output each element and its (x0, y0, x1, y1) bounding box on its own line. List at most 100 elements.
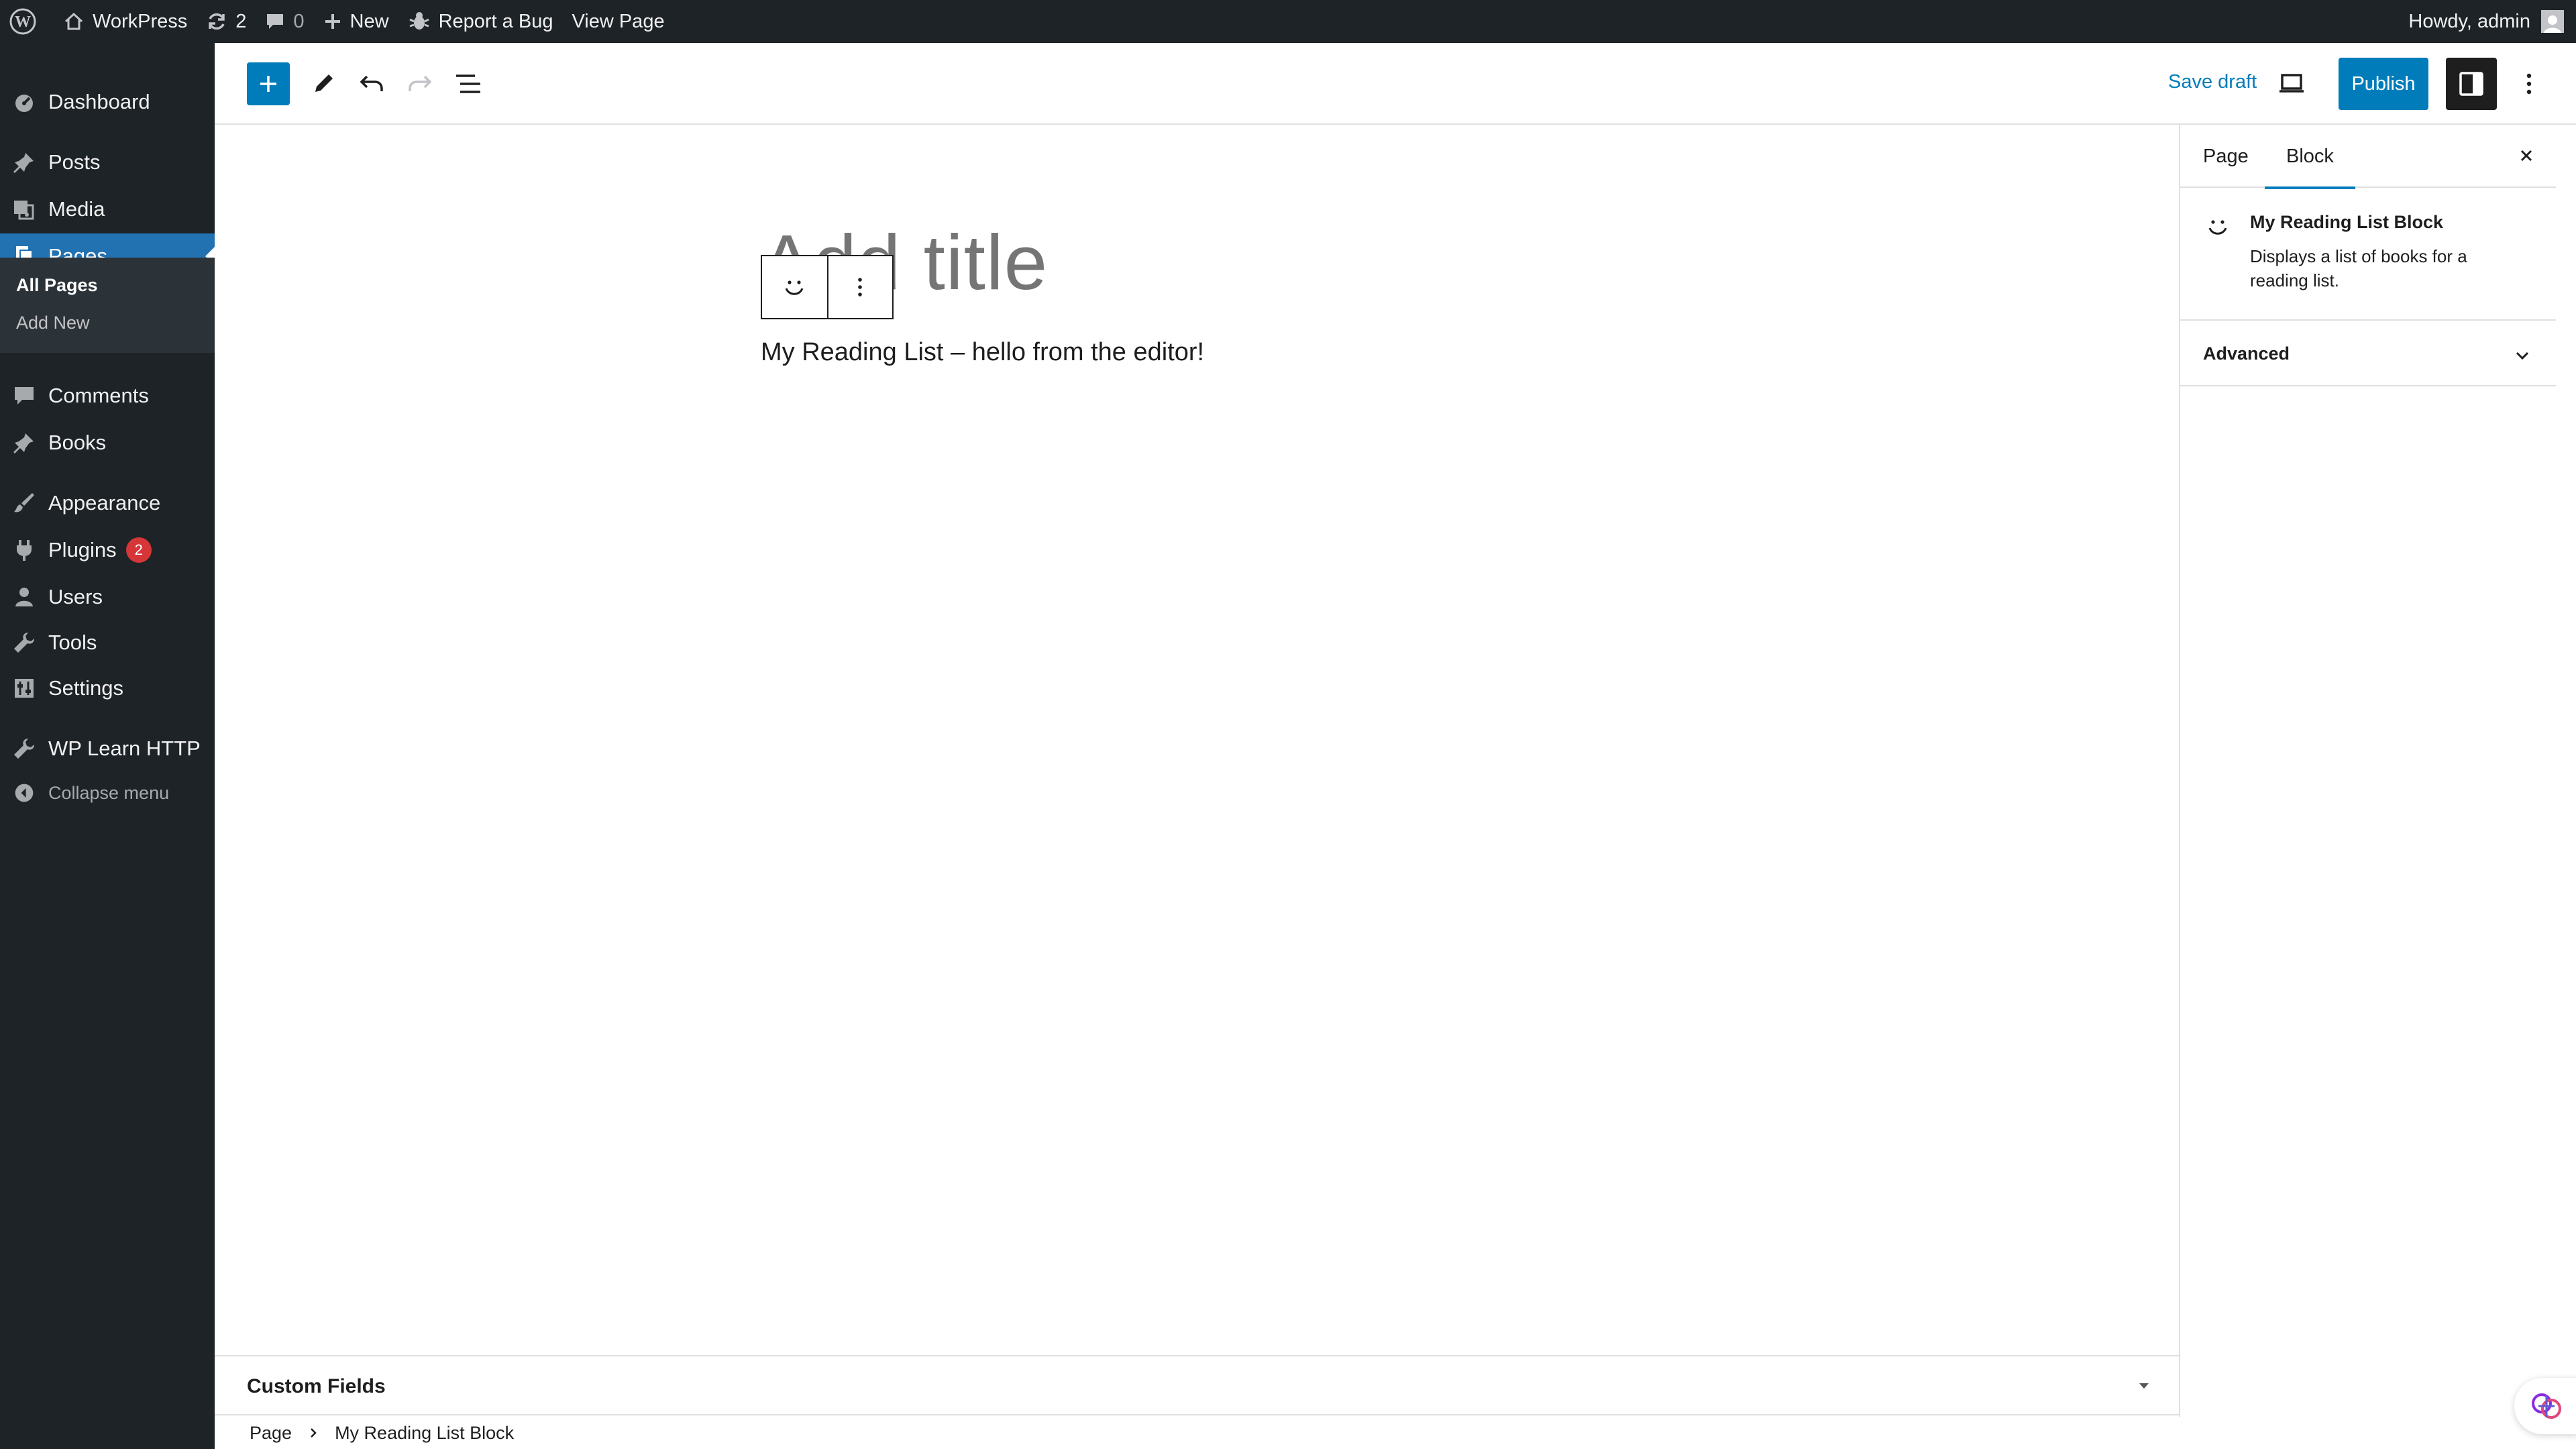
comments-count: 0 (293, 10, 305, 32)
updates-count: 2 (235, 10, 247, 32)
sidebar-icon (2459, 72, 2483, 96)
plugins-update-badge: 2 (125, 537, 152, 563)
settings-sidebar-toggle[interactable] (2446, 58, 2497, 110)
more-vertical-icon (858, 278, 863, 297)
menu-item-label: Posts (48, 150, 101, 174)
site-name: WorkPress (93, 10, 188, 32)
redo-button[interactable] (398, 62, 441, 105)
pin-icon (13, 433, 34, 453)
howdy-label: Howdy, admin (2408, 10, 2530, 32)
pencil-icon (315, 74, 333, 92)
settings-icon (15, 679, 34, 698)
breadcrumb-item[interactable]: Page (250, 1423, 292, 1444)
redo-icon (409, 75, 432, 91)
site-name-link[interactable]: WorkPress (54, 0, 197, 43)
collapse-menu-button[interactable]: Collapse menu (0, 770, 215, 816)
publish-button[interactable]: Publish (2339, 58, 2428, 110)
menu-item-label: Books (48, 431, 107, 454)
updates-link[interactable]: 2 (197, 0, 256, 43)
block-options-button[interactable] (826, 256, 892, 318)
menu-item-comments[interactable]: Comments (0, 373, 215, 419)
smiley-icon (786, 280, 804, 295)
caret-down-icon (2139, 1383, 2149, 1389)
editor-canvas: Add title My Reading List – hello from t… (215, 125, 2179, 1355)
more-vertical-icon (2526, 73, 2532, 95)
block-card-title: My Reading List Block (2250, 212, 2444, 232)
avatar (2541, 10, 2564, 33)
custom-fields-panel[interactable]: Custom Fields (215, 1355, 2179, 1415)
undo-button[interactable] (350, 62, 393, 105)
undo-icon (360, 75, 383, 91)
report-bug-link[interactable]: Report a Bug (398, 0, 563, 43)
preview-button[interactable] (2270, 62, 2313, 105)
tools-button[interactable] (302, 62, 345, 105)
brush-icon (14, 493, 34, 513)
menu-item-label: Settings (48, 676, 124, 700)
submenu-add-new[interactable]: Add New (16, 313, 90, 333)
menu-item-label: Media (48, 197, 105, 221)
new-content-link[interactable]: New (314, 0, 398, 43)
custom-fields-label: Custom Fields (247, 1375, 386, 1397)
user-icon (15, 588, 33, 606)
bug-icon (409, 12, 429, 30)
plus-icon (325, 14, 340, 29)
comments-link[interactable]: 0 (256, 0, 313, 43)
block-toolbar (761, 255, 894, 319)
menu-item-label: Plugins (48, 538, 117, 561)
admin-bar: W WorkPress 2 0 New Report a Bug View Pa… (0, 0, 2576, 43)
my-account[interactable]: Howdy, admin (2408, 0, 2564, 43)
block-inserter-button[interactable] (247, 62, 290, 105)
menu-item-label: WP Learn HTTP (48, 737, 201, 760)
settings-sidebar: Page Block My Reading List Block Display… (2179, 125, 2556, 1417)
collapse-menu-label: Collapse menu (48, 782, 170, 803)
home-icon (64, 12, 83, 30)
menu-item-label: Appearance (48, 491, 161, 515)
admin-menu: Dashboard Posts Media Pages All Pages Ad… (0, 43, 215, 1449)
dashboard-icon (15, 95, 33, 112)
collapse-icon (15, 784, 34, 802)
tab-block[interactable]: Block (2265, 125, 2355, 189)
svg-text:W: W (15, 13, 31, 31)
menu-item-tools[interactable]: Tools (0, 620, 215, 665)
assistant-float-button[interactable] (2514, 1378, 2576, 1434)
view-page-link[interactable]: View Page (562, 0, 674, 43)
menu-item-posts[interactable]: Posts (0, 140, 215, 185)
media-icon (14, 201, 34, 220)
block-breadcrumb: Page My Reading List Block (215, 1417, 2576, 1449)
close-icon (2520, 150, 2532, 162)
report-bug-label: Report a Bug (438, 10, 553, 32)
submenu-all-pages[interactable]: All Pages (16, 275, 98, 296)
menu-item-plugins[interactable]: Plugins 2 (0, 527, 215, 573)
advanced-panel-toggle[interactable]: Advanced (2180, 322, 2556, 386)
menu-item-settings[interactable]: Settings (0, 665, 215, 711)
smiley-icon (2204, 213, 2231, 240)
wordpress-logo-button[interactable]: W (0, 0, 54, 43)
menu-item-label: Comments (48, 384, 149, 407)
options-menu-button[interactable] (2508, 62, 2551, 105)
close-sidebar-button[interactable] (2514, 144, 2538, 168)
custom-fields-toggle[interactable] (2137, 1379, 2151, 1393)
user-avatar-icon (2544, 15, 2561, 33)
menu-item-appearance[interactable]: Appearance (0, 480, 215, 526)
chevron-right-icon (308, 1426, 319, 1440)
menu-item-dashboard[interactable]: Dashboard (0, 79, 215, 125)
block-type-button[interactable] (762, 256, 827, 318)
menu-item-label: Tools (48, 631, 97, 654)
plus-icon (260, 76, 276, 92)
save-draft-button[interactable]: Save draft (2168, 71, 2257, 93)
menu-item-wp-learn-http[interactable]: WP Learn HTTP (0, 726, 215, 771)
block-card-description: Displays a list of books for a reading l… (2250, 246, 2467, 290)
document-overview-button[interactable] (447, 62, 490, 105)
list-view-icon (456, 74, 480, 93)
wrench-icon (14, 739, 34, 759)
menu-item-media[interactable]: Media (0, 186, 215, 232)
menu-item-label: Users (48, 585, 103, 608)
tab-page[interactable]: Page (2203, 125, 2249, 188)
sidebar-tabs: Page Block (2180, 125, 2556, 189)
breadcrumb-item[interactable]: My Reading List Block (335, 1423, 514, 1444)
pages-submenu: All Pages Add New (0, 258, 215, 353)
menu-item-users[interactable]: Users (0, 574, 215, 620)
desktop-preview-icon (2279, 74, 2304, 93)
menu-item-books[interactable]: Books (0, 420, 215, 466)
reading-list-block-content[interactable]: My Reading List – hello from the editor! (761, 338, 1204, 367)
